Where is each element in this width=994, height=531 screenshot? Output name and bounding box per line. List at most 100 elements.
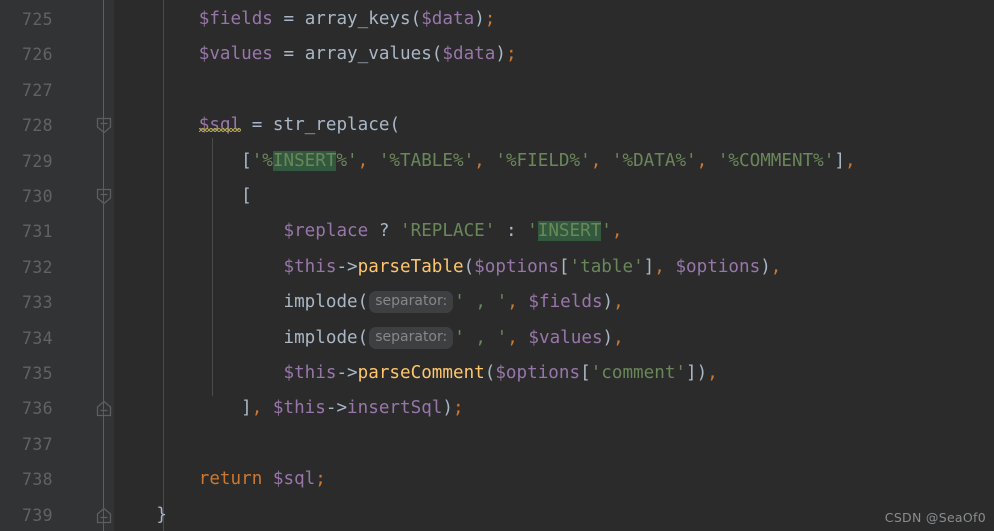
code-line[interactable]: $this->parseComment($options['comment'])… (114, 356, 718, 391)
code-line[interactable]: $values = array_values($data); (114, 37, 517, 72)
code-token: ( (389, 115, 401, 136)
code-token: array_values (304, 44, 432, 65)
code-token: , (507, 327, 518, 348)
code-token: $values (528, 327, 603, 348)
line-number: 729 (22, 151, 54, 171)
code-line[interactable]: [ (114, 179, 252, 214)
code-line[interactable]: $fields = array_keys($data); (114, 2, 496, 37)
line-number: 738 (22, 470, 54, 490)
code-token: ] (686, 363, 697, 383)
code-line[interactable]: ['%INSERT%', '%TABLE%', '%FIELD%', '%DAT… (114, 144, 856, 179)
code-token: , (590, 150, 602, 171)
line-number: 736 (22, 399, 54, 419)
line-number: 728 (22, 116, 54, 136)
code-token: str_replace (272, 115, 390, 136)
code-line[interactable]: return $sql; (114, 462, 326, 497)
line-number: 727 (22, 80, 54, 100)
code-token: ? (378, 221, 390, 242)
code-token: ' , ' (454, 292, 508, 313)
code-token: ; (452, 398, 464, 419)
line-number: 735 (22, 364, 54, 383)
code-token: , (611, 221, 623, 242)
fold-marker-down[interactable] (96, 188, 112, 205)
code-token: parseComment (357, 363, 485, 383)
code-token: implode (283, 327, 358, 348)
line-number: 725 (22, 10, 54, 29)
code-token: , (507, 292, 518, 313)
code-token: -> (336, 256, 358, 277)
code-token: [ (558, 256, 570, 277)
code-token: '%DATA%' (611, 150, 697, 171)
code-token: , (357, 150, 369, 171)
code-token: $data (421, 9, 475, 29)
code-token: ; (315, 469, 326, 490)
code-line[interactable]: $replace ? 'REPLACE' : 'INSERT', (114, 214, 622, 249)
code-line[interactable]: implode(separator: ' , ', $values), (114, 321, 624, 356)
occurrence-highlight: INSERT (537, 221, 602, 242)
code-token: ' , ' (454, 327, 508, 348)
code-token: [ (580, 363, 591, 383)
code-line[interactable]: } (114, 498, 167, 531)
line-number: 737 (22, 434, 54, 454)
code-token: ' (527, 221, 538, 242)
code-token: = (272, 44, 305, 65)
code-token: $replace (283, 221, 369, 242)
code-token: '% (251, 150, 273, 171)
parameter-name-hint: separator: (369, 326, 454, 349)
code-token: array_keys (304, 9, 411, 29)
editor-text-area[interactable]: $fields = array_keys($data); $values = a… (114, 0, 994, 531)
code-token: , (251, 398, 263, 419)
code-line[interactable]: ], $this->insertSql); (114, 391, 464, 426)
code-token: ) (760, 256, 771, 277)
code-token: -> (336, 363, 358, 383)
editor-gutter[interactable]: 725 726 727 728 729 730 731 732 733 734 735 736 737 7… (0, 0, 114, 531)
code-token: ' (601, 221, 612, 242)
code-token: , (770, 256, 782, 277)
occurrence-highlight: INSERT (272, 150, 337, 171)
line-number: 734 (22, 328, 54, 348)
code-token: $values (198, 44, 273, 65)
code-token: '%FIELD%' (495, 150, 591, 171)
code-token: '%TABLE%' (378, 150, 475, 171)
parameter-name-hint: separator: (369, 291, 454, 314)
code-token: [ (241, 150, 252, 171)
code-token: $data (442, 44, 496, 65)
code-token: %' (336, 150, 358, 171)
line-number: 730 (22, 187, 54, 206)
line-number: 739 (22, 505, 54, 525)
fold-marker-up[interactable] (96, 507, 112, 524)
code-token: ( (431, 44, 443, 65)
code-token: ) (442, 398, 453, 419)
code-line[interactable]: implode(separator: ' , ', $fields), (114, 285, 624, 320)
code-token: , (654, 256, 665, 277)
code-line[interactable]: $this->parseTable($options['table'], $op… (114, 250, 781, 285)
line-number: 732 (22, 257, 54, 277)
code-token: : (505, 221, 517, 242)
code-token: parseTable (357, 256, 464, 277)
code-token: '%COMMENT%' (717, 150, 835, 171)
code-token: ( (484, 363, 496, 383)
code-token: ( (357, 327, 369, 348)
code-token: , (707, 363, 718, 383)
fold-marker-down[interactable] (96, 117, 112, 134)
code-token: , (474, 150, 485, 171)
code-line[interactable]: $sql = str_replace( (114, 108, 400, 143)
line-number: 726 (22, 45, 54, 65)
code-token: $this (283, 256, 337, 277)
fold-marker-up[interactable] (96, 400, 112, 417)
